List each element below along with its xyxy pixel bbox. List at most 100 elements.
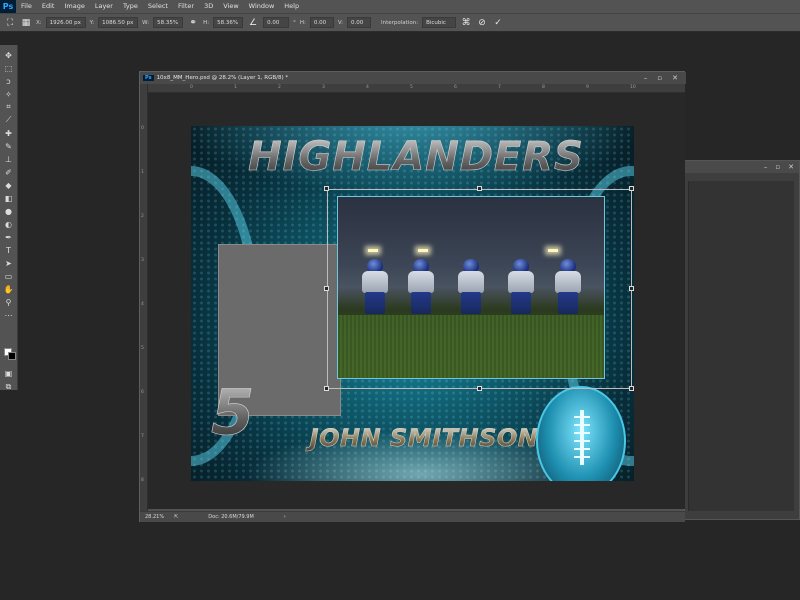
menu-bar: Ps File Edit Image Layer Type Select Fil… [0,0,800,13]
height-field[interactable]: 58.36% [213,17,244,28]
history-brush-icon[interactable]: ✐ [2,166,16,178]
menu-view[interactable]: View [218,0,243,13]
pasteboard[interactable]: HIGHLANDERS 5 JOHN SMITHSON [148,93,685,509]
w-label: W: [142,19,150,26]
transform-handle[interactable] [324,386,329,391]
zoom-level[interactable]: 28.21% [145,514,164,520]
transform-bounding-box[interactable] [327,189,632,389]
export-icon[interactable]: ⇱ [174,514,178,520]
angle-field[interactable]: 0.00 [263,17,290,28]
transform-handle[interactable] [324,186,329,191]
gradient-icon[interactable]: ◧ [2,192,16,204]
menu-filter[interactable]: Filter [173,0,199,13]
pen-icon[interactable]: ✒ [2,231,16,243]
width-field[interactable]: 58.35% [153,17,184,28]
type-icon[interactable]: T [2,244,16,256]
vskew-label: V: [337,19,344,26]
ps-badge: Ps [143,75,154,81]
lasso-icon[interactable]: ↄ [2,75,16,87]
menu-image[interactable]: Image [59,0,89,13]
commit-icon[interactable]: ✓ [492,17,504,29]
transform-handle[interactable] [477,386,482,391]
path-selection-icon[interactable]: ➤ [2,257,16,269]
y-field[interactable]: 1086.50 px [98,17,139,28]
ruler-tick: 8 [542,85,545,90]
ruler-tick: 9 [586,85,589,90]
brush-icon[interactable]: ✎ [2,140,16,152]
magic-wand-icon[interactable]: ✧ [2,88,16,100]
jersey-number-text: 5 [211,376,255,450]
transform-handle[interactable] [629,186,634,191]
dodge-icon[interactable]: ◐ [2,218,16,230]
ruler-tick: 10 [630,85,636,90]
ruler-tick: 2 [141,214,144,219]
hand-icon[interactable]: ✋ [2,283,16,295]
secondary-document-window[interactable]: – ▫ ✕ [680,160,800,520]
marquee-icon[interactable]: ⬚ [2,62,16,74]
minimize-icon[interactable]: – [764,163,768,171]
hskew-field[interactable]: 0.00 [309,17,334,28]
reference-point-icon[interactable]: ▦ [20,17,32,29]
more-tools-icon[interactable]: ⋯ [2,309,16,321]
transform-handle[interactable] [324,286,329,291]
angle-icon: ∠ [249,17,258,28]
ruler-tick: 7 [498,85,501,90]
team-title-text: HIGHLANDERS [246,134,586,181]
ruler-tick: 7 [141,434,144,439]
background-color-swatch[interactable] [8,352,16,360]
healing-icon[interactable]: ✚ [2,127,16,139]
ruler-tick: 0 [141,126,144,131]
transform-handle[interactable] [477,186,482,191]
secondary-canvas [688,181,794,511]
close-icon[interactable]: ✕ [672,74,678,82]
menu-window[interactable]: Window [244,0,280,13]
blur-icon[interactable]: ● [2,205,16,217]
move-icon[interactable]: ✥ [2,49,16,61]
ruler-tick: 6 [454,85,457,90]
status-bar: 28.21% ⇱ Doc: 20.6M/79.9M › [140,511,685,522]
restore-icon[interactable]: ▫ [657,74,662,82]
menu-type[interactable]: Type [118,0,143,13]
ruler-tick: 4 [141,302,144,307]
hskew-label: H: [299,19,306,26]
document-tab[interactable]: Ps 10x8_MM_Hero.psd @ 28.2% (Layer 1, RG… [140,72,686,84]
transform-handle[interactable] [629,286,634,291]
menu-layer[interactable]: Layer [90,0,118,13]
clone-stamp-icon[interactable]: ⊥ [2,153,16,165]
eraser-icon[interactable]: ◆ [2,179,16,191]
document-window: Ps 10x8_MM_Hero.psd @ 28.2% (Layer 1, RG… [139,71,686,522]
x-field[interactable]: 1926.00 px [45,17,86,28]
shape-icon[interactable]: ▭ [2,270,16,282]
crop-icon[interactable]: ⌗ [2,101,16,113]
menu-file[interactable]: File [16,0,37,13]
interpolation-select[interactable]: Bicubic [422,17,457,28]
menu-help[interactable]: Help [279,0,304,13]
warp-icon[interactable]: ⌘ [460,17,472,29]
ruler-tick: 0 [190,85,193,90]
ruler-tick: 8 [141,478,144,483]
ruler-tick: 1 [234,85,237,90]
transform-handle[interactable] [629,386,634,391]
menu-3d[interactable]: 3D [199,0,218,13]
x-label: X: [36,19,42,26]
vertical-ruler[interactable]: 0 1 2 3 4 5 6 7 8 [140,84,148,511]
close-icon[interactable]: ✕ [788,163,794,171]
window-controls: – ▫ ✕ [644,74,686,82]
restore-icon[interactable]: ▫ [775,163,780,171]
status-menu-icon[interactable]: › [284,514,286,520]
cancel-icon[interactable]: ⊘ [476,17,488,29]
screen-mode-icon[interactable]: ⧉ [2,381,16,393]
menu-select[interactable]: Select [143,0,173,13]
menu-edit[interactable]: Edit [37,0,60,13]
doc-size: Doc: 20.6M/79.9M [208,514,254,520]
ruler-tick: 1 [141,170,144,175]
minimize-icon[interactable]: – [644,74,648,82]
horizontal-ruler[interactable]: 0 1 2 3 4 5 6 7 8 9 10 [148,84,685,93]
eyedropper-icon[interactable]: ⟋ [2,114,16,126]
quick-mask-icon[interactable]: ▣ [2,367,16,379]
transform-tool-icon[interactable]: ⛶ [4,17,16,29]
link-icon[interactable]: ⚭ [187,17,199,29]
vskew-field[interactable]: 0.00 [347,17,372,28]
ruler-tick: 6 [141,390,144,395]
zoom-icon[interactable]: ⚲ [2,296,16,308]
